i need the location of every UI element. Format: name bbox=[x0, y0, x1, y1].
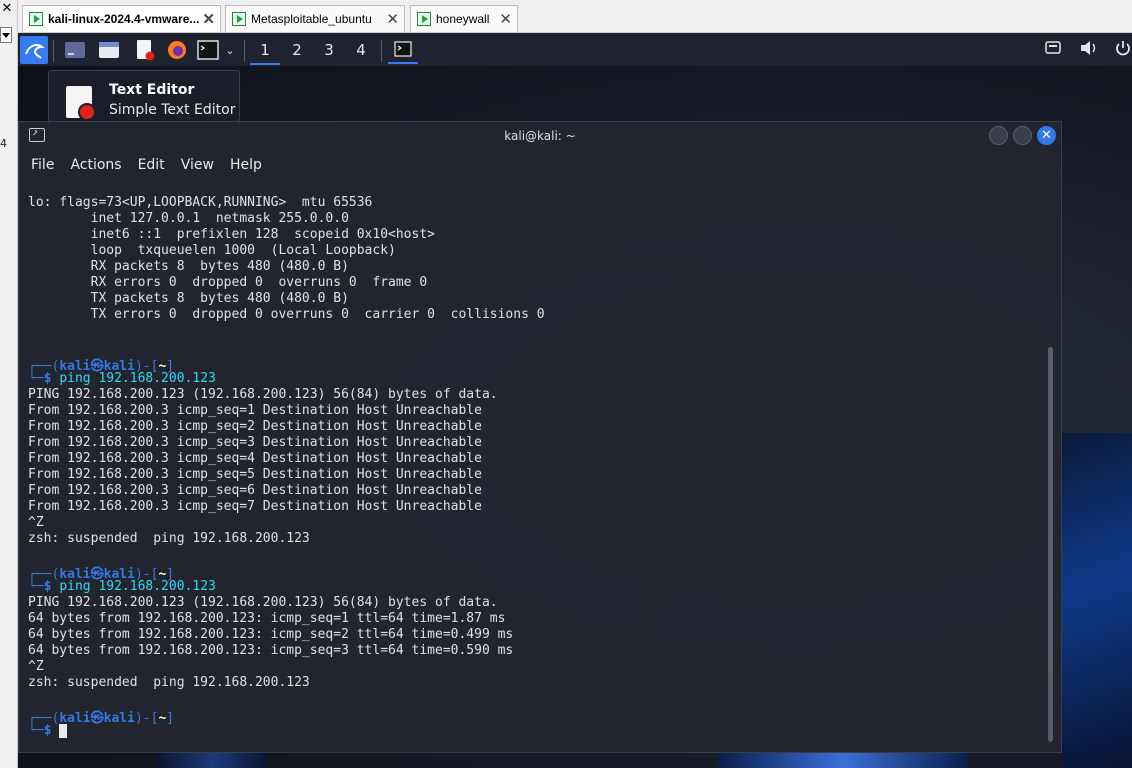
close-icon[interactable]: ✕ bbox=[386, 10, 399, 28]
command-line[interactable]: └─$ bbox=[28, 723, 1038, 739]
prompt-line: ┌──(kali㉿kali)-[~] bbox=[28, 567, 175, 582]
output-line: ^Z bbox=[28, 515, 44, 530]
terminal-launcher-button[interactable] bbox=[195, 36, 221, 64]
power-icon[interactable] bbox=[1114, 39, 1132, 59]
vm-tab-label: Metasploitable_ubuntu bbox=[251, 12, 372, 26]
menu-help[interactable]: Help bbox=[230, 157, 262, 173]
menu-view[interactable]: View bbox=[181, 157, 214, 173]
command-text: ping 192.168.200.123 bbox=[59, 579, 216, 594]
workspace-2[interactable]: 2 bbox=[282, 35, 312, 65]
kali-logo-icon bbox=[25, 44, 45, 59]
menu-actions[interactable]: Actions bbox=[70, 157, 121, 173]
show-desktop-button[interactable] bbox=[62, 36, 88, 64]
output-line: From 192.168.200.3 icmp_seq=6 Destinatio… bbox=[28, 483, 482, 498]
desktop-icon bbox=[65, 42, 85, 58]
terminal-icon bbox=[197, 40, 219, 60]
command-line: └─$ ping 192.168.200.123 bbox=[28, 371, 216, 386]
output-line: From 192.168.200.3 icmp_seq=5 Destinatio… bbox=[28, 467, 482, 482]
vm-running-icon bbox=[232, 12, 246, 26]
close-button[interactable]: ✕ bbox=[1037, 126, 1056, 145]
output-line: zsh: suspended ping 192.168.200.123 bbox=[28, 531, 310, 546]
host-dropdown[interactable] bbox=[0, 27, 12, 43]
close-icon[interactable]: ✕ bbox=[499, 10, 512, 28]
output-line: TX errors 0 dropped 0 overruns 0 carrier… bbox=[28, 307, 545, 322]
terminal-icon bbox=[394, 41, 412, 57]
output-line: lo: flags=73<UP,LOOPBACK,RUNNING> mtu 65… bbox=[28, 195, 373, 210]
command-line: └─$ ping 192.168.200.123 bbox=[28, 579, 216, 594]
text-cursor bbox=[59, 723, 68, 738]
chevron-down-icon[interactable]: ⌄ bbox=[223, 36, 237, 64]
menu-file[interactable]: File bbox=[31, 157, 54, 173]
vm-tab-label: kali-linux-2024.4-vmware... bbox=[48, 12, 200, 26]
file-manager-button[interactable] bbox=[96, 36, 122, 64]
terminal-window-button[interactable] bbox=[388, 36, 418, 64]
taskbar-separator bbox=[53, 40, 54, 62]
output-line: 64 bytes from 192.168.200.123: icmp_seq=… bbox=[28, 643, 514, 658]
output-line: PING 192.168.200.123 (192.168.200.123) 5… bbox=[28, 387, 498, 402]
taskbar: ⌄ 1 2 3 4 bbox=[18, 33, 1132, 66]
output-line: zsh: suspended ping 192.168.200.123 bbox=[28, 675, 310, 690]
output-line: From 192.168.200.3 icmp_seq=4 Destinatio… bbox=[28, 451, 482, 466]
terminal-output[interactable]: lo: flags=73<UP,LOOPBACK,RUNNING> mtu 65… bbox=[28, 195, 1038, 740]
host-side-number: 4 bbox=[0, 137, 7, 150]
text-editor-icon bbox=[66, 86, 96, 121]
output-line: From 192.168.200.3 icmp_seq=1 Destinatio… bbox=[28, 403, 482, 418]
vm-running-icon bbox=[29, 12, 43, 26]
output-line: TX packets 8 bytes 480 (480.0 B) bbox=[28, 291, 349, 306]
vm-tab-kali[interactable]: kali-linux-2024.4-vmware... ✕ bbox=[22, 5, 221, 32]
taskbar-separator bbox=[244, 40, 245, 62]
wallpaper-accent bbox=[1062, 433, 1132, 768]
wallpaper-accent bbox=[158, 753, 268, 768]
output-line: loop txqueuelen 1000 (Local Loopback) bbox=[28, 243, 396, 258]
kali-menu-button[interactable] bbox=[20, 36, 48, 64]
workspace-3[interactable]: 3 bbox=[314, 35, 344, 65]
firefox-button[interactable] bbox=[164, 36, 190, 64]
workspace-1[interactable]: 1 bbox=[250, 35, 280, 65]
menu-edit[interactable]: Edit bbox=[138, 157, 165, 173]
output-line: RX errors 0 dropped 0 overruns 0 frame 0 bbox=[28, 275, 428, 290]
prompt-host: kali bbox=[103, 711, 135, 726]
output-line: RX packets 8 bytes 480 (480.0 B) bbox=[28, 259, 349, 274]
text-editor-icon bbox=[137, 40, 155, 61]
output-line: inet6 ::1 prefixlen 128 scopeid 0x10<hos… bbox=[28, 227, 435, 242]
output-line: PING 192.168.200.123 (192.168.200.123) 5… bbox=[28, 595, 498, 610]
vm-tab-honeywall[interactable]: honeywall ✕ bbox=[410, 5, 518, 32]
vm-tab-bar: kali-linux-2024.4-vmware... ✕ Metasploit… bbox=[18, 0, 1132, 33]
output-line: From 192.168.200.3 icmp_seq=7 Destinatio… bbox=[28, 499, 482, 514]
tooltip-subtitle: Simple Text Editor bbox=[109, 102, 236, 118]
firefox-icon bbox=[168, 41, 186, 59]
tooltip-title: Text Editor bbox=[109, 82, 195, 98]
terminal-window: kali@kali: ~ ✕ File Actions Edit View He… bbox=[18, 121, 1062, 753]
volume-icon[interactable] bbox=[1079, 39, 1099, 59]
guest-desktop: ⌄ 1 2 3 4 Text Editor Simple Text Editor… bbox=[18, 33, 1132, 768]
output-line: 64 bytes from 192.168.200.123: icmp_seq=… bbox=[28, 627, 514, 642]
wallpaper-accent bbox=[718, 753, 968, 768]
terminal-scrollbar[interactable] bbox=[1048, 347, 1053, 742]
workspace-4[interactable]: 4 bbox=[346, 35, 376, 65]
taskbar-separator bbox=[381, 40, 382, 62]
maximize-button[interactable] bbox=[1013, 126, 1032, 145]
minimize-button[interactable] bbox=[989, 126, 1008, 145]
vm-tab-label: honeywall bbox=[436, 12, 490, 26]
vm-tab-metasploitable[interactable]: Metasploitable_ubuntu ✕ bbox=[225, 5, 405, 32]
output-line: From 192.168.200.3 icmp_seq=3 Destinatio… bbox=[28, 435, 482, 450]
output-line: ^Z bbox=[28, 659, 44, 674]
output-line: From 192.168.200.3 icmp_seq=2 Destinatio… bbox=[28, 419, 482, 434]
window-title: kali@kali: ~ bbox=[504, 129, 576, 143]
host-close-icon[interactable]: ✕ bbox=[0, 2, 14, 16]
menu-bar: File Actions Edit View Help bbox=[19, 150, 1061, 180]
close-icon[interactable]: ✕ bbox=[202, 10, 215, 28]
vm-running-icon bbox=[417, 12, 431, 26]
keyboard-icon[interactable] bbox=[1044, 39, 1064, 59]
folder-icon bbox=[99, 42, 119, 58]
prompt-line: ┌──(kali㉿kali)-[~] bbox=[28, 711, 175, 726]
window-titlebar[interactable]: kali@kali: ~ ✕ bbox=[19, 122, 1061, 150]
output-line: 64 bytes from 192.168.200.123: icmp_seq=… bbox=[28, 611, 506, 626]
output-line: inet 127.0.0.1 netmask 255.0.0.0 bbox=[28, 211, 349, 226]
text-editor-button[interactable] bbox=[132, 36, 158, 64]
prompt-line: ┌──(kali㉿kali)-[~] bbox=[28, 359, 175, 374]
host-side-strip: ✕ 4 bbox=[0, 0, 18, 768]
command-text: ping 192.168.200.123 bbox=[59, 371, 216, 386]
